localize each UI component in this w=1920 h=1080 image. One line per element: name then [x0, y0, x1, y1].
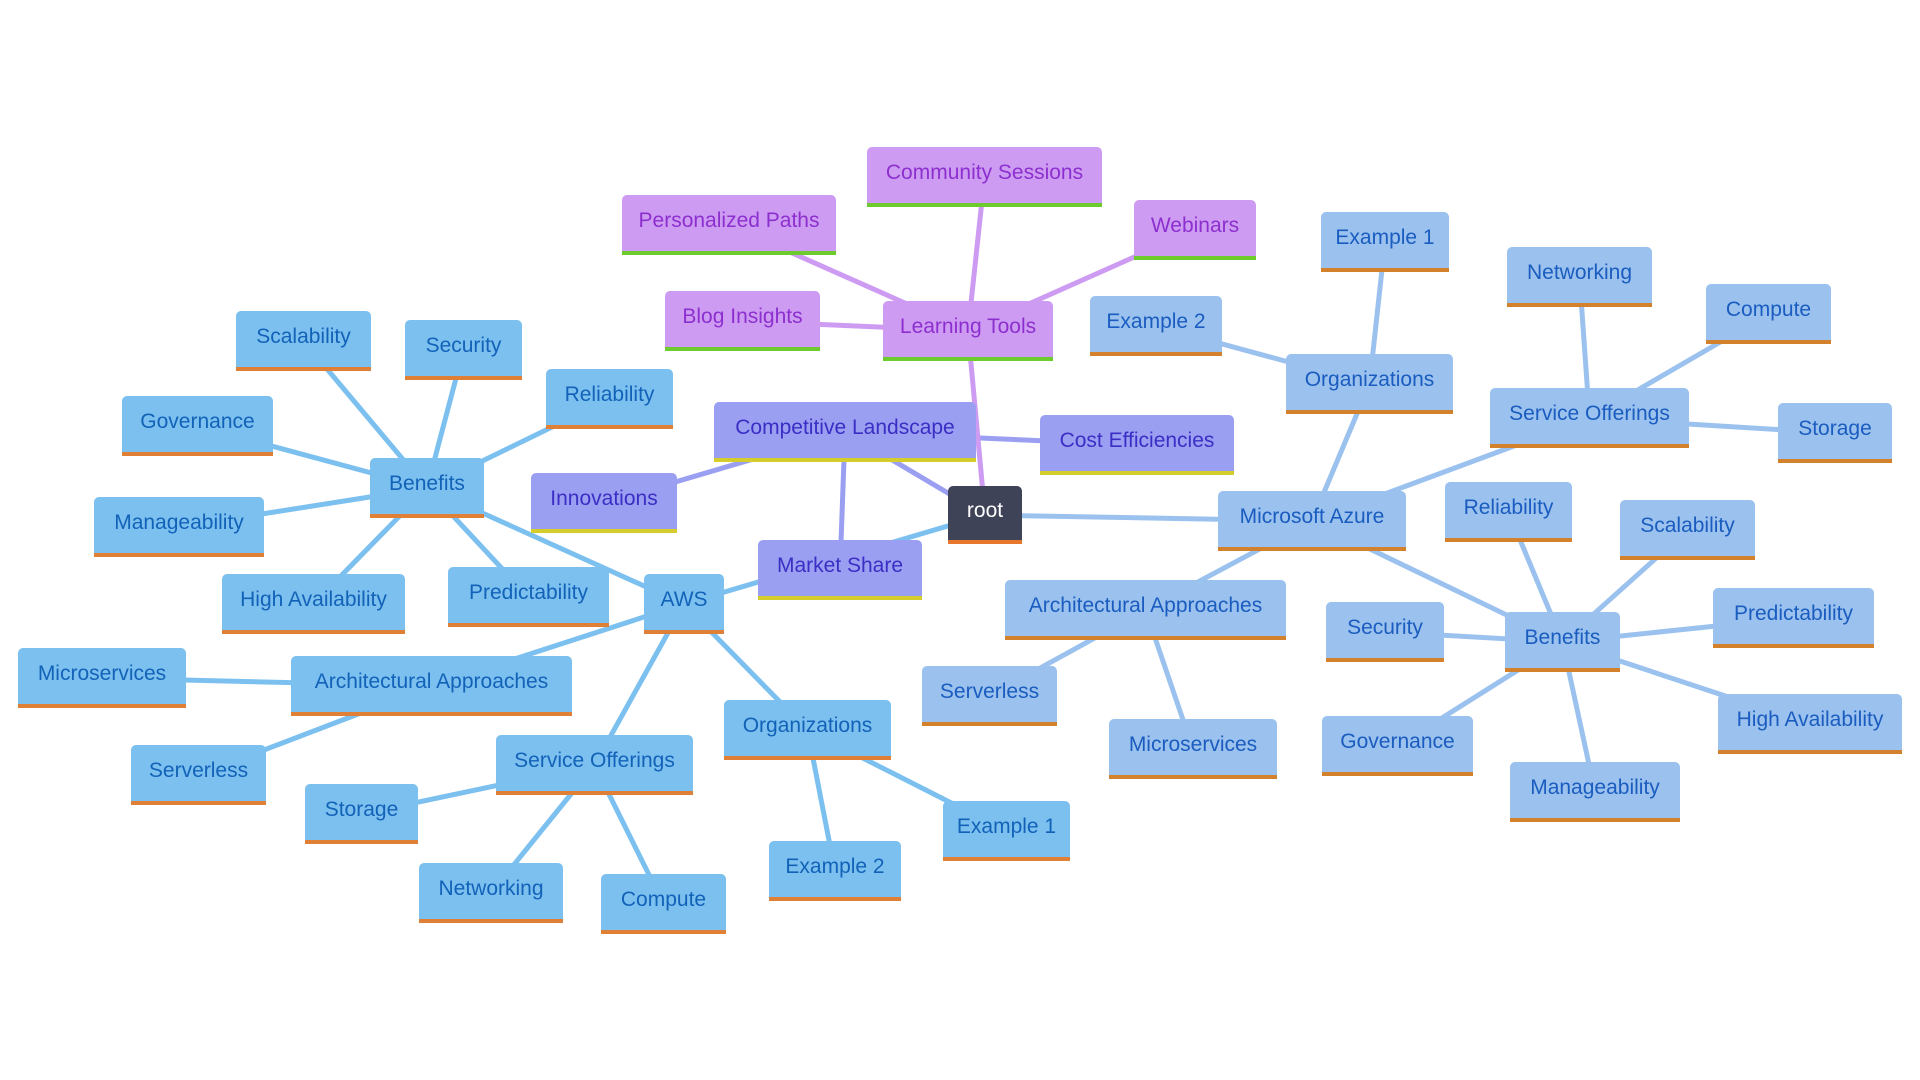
azure-manageability-node[interactable]: Manageability [1510, 762, 1680, 822]
aws-organizations-node[interactable]: Organizations [724, 700, 891, 760]
innovations-node[interactable]: Innovations [531, 473, 677, 533]
azure-reliability-node[interactable]: Reliability [1445, 482, 1572, 542]
azure-security-node[interactable]: Security [1326, 602, 1444, 662]
azure-serverless-node[interactable]: Serverless [922, 666, 1057, 726]
aws-reliability-node[interactable]: Reliability [546, 369, 673, 429]
azure-example-2-node[interactable]: Example 2 [1090, 296, 1222, 356]
azure-organizations-node[interactable]: Organizations [1286, 354, 1453, 414]
aws-benefits-node[interactable]: Benefits [370, 458, 484, 518]
aws-predictability-node[interactable]: Predictability [448, 567, 609, 627]
aws-example-2-node[interactable]: Example 2 [769, 841, 901, 901]
aws-scalability-node[interactable]: Scalability [236, 311, 371, 371]
learning-tools-node[interactable]: Learning Tools [883, 301, 1053, 361]
aws-microservices-node[interactable]: Microservices [18, 648, 186, 708]
azure-node[interactable]: Microsoft Azure [1218, 491, 1406, 551]
azure-governance-node[interactable]: Governance [1322, 716, 1473, 776]
aws-networking-node[interactable]: Networking [419, 863, 563, 923]
azure-microservices-node[interactable]: Microservices [1109, 719, 1277, 779]
azure-service-offerings-node[interactable]: Service Offerings [1490, 388, 1689, 448]
azure-networking-node[interactable]: Networking [1507, 247, 1652, 307]
aws-security-node[interactable]: Security [405, 320, 522, 380]
azure-high-availability-node[interactable]: High Availability [1718, 694, 1902, 754]
competitive-landscape-node[interactable]: Competitive Landscape [714, 402, 976, 462]
azure-predictability-node[interactable]: Predictability [1713, 588, 1874, 648]
aws-node[interactable]: AWS [644, 574, 724, 634]
azure-benefits-node[interactable]: Benefits [1505, 612, 1620, 672]
market-share-node[interactable]: Market Share [758, 540, 922, 600]
community-sessions-node[interactable]: Community Sessions [867, 147, 1102, 207]
azure-example-1-node[interactable]: Example 1 [1321, 212, 1449, 272]
aws-governance-node[interactable]: Governance [122, 396, 273, 456]
cost-efficiencies-node[interactable]: Cost Efficiencies [1040, 415, 1234, 475]
aws-service-offerings-node[interactable]: Service Offerings [496, 735, 693, 795]
azure-compute-node[interactable]: Compute [1706, 284, 1831, 344]
azure-architectural-approaches-node[interactable]: Architectural Approaches [1005, 580, 1286, 640]
azure-scalability-node[interactable]: Scalability [1620, 500, 1755, 560]
aws-example-1-node[interactable]: Example 1 [943, 801, 1070, 861]
blog-insights-node[interactable]: Blog Insights [665, 291, 820, 351]
root-node[interactable]: root [948, 486, 1022, 544]
aws-architectural-approaches-node[interactable]: Architectural Approaches [291, 656, 572, 716]
aws-compute-node[interactable]: Compute [601, 874, 726, 934]
aws-storage-node[interactable]: Storage [305, 784, 418, 844]
personalized-paths-node[interactable]: Personalized Paths [622, 195, 836, 255]
aws-high-availability-node[interactable]: High Availability [222, 574, 405, 634]
aws-serverless-node[interactable]: Serverless [131, 745, 266, 805]
webinars-node[interactable]: Webinars [1134, 200, 1256, 260]
aws-manageability-node[interactable]: Manageability [94, 497, 264, 557]
azure-storage-node[interactable]: Storage [1778, 403, 1892, 463]
